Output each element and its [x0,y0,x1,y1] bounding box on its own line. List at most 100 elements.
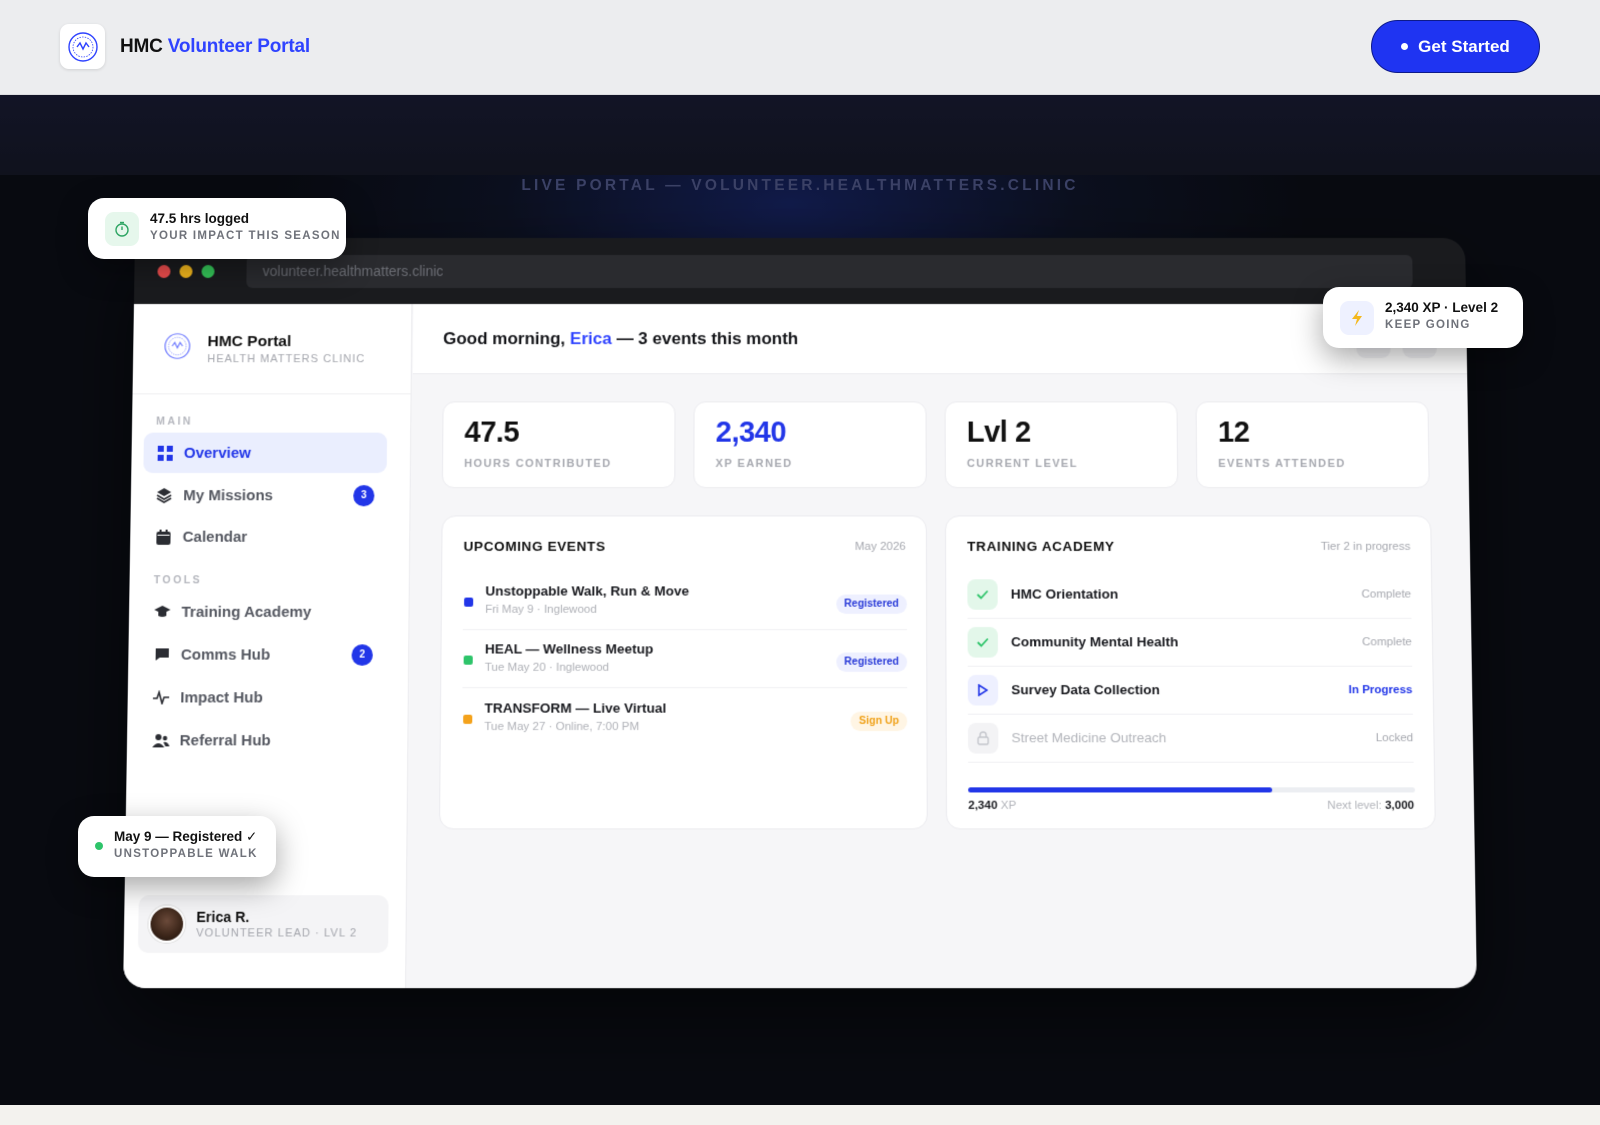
sidebar-item-label: Impact Hub [180,688,263,707]
stat-card-events: 12 EVENTS ATTENDED [1195,401,1430,489]
sidebar-item-my-missions[interactable]: My Missions 3 [143,475,387,515]
maximize-window-icon[interactable] [201,264,215,278]
event-row[interactable]: Unstoppable Walk, Run & Move Fri May 9 ·… [462,583,907,631]
get-started-label: Get Started [1418,36,1510,56]
greeting: Good morning, Erica — 3 events this mont… [443,329,798,349]
graduation-cap-icon [153,603,171,621]
missions-count-badge: 3 [353,484,375,506]
event-title: Unstoppable Walk, Run & Move [485,583,690,599]
sidebar-item-label: Comms Hub [180,645,271,664]
chat-icon [152,645,170,663]
training-module-row: Street Medicine Outreach Locked [967,714,1414,763]
greeting-prefix: Good morning, [443,329,566,349]
status-dot-icon [95,842,103,850]
training-module-row[interactable]: Community Mental Health Complete [967,618,1413,667]
lightning-icon [1340,301,1374,335]
stopwatch-icon [105,212,139,246]
sidebar: HMC Portal HEALTH MATTERS CLINIC MAIN Ov… [123,304,413,989]
module-status: In Progress [1348,684,1413,697]
stat-value: Lvl 2 [966,416,1031,449]
activity-icon [152,688,170,706]
stat-value: 2,340 [715,416,787,449]
event-title: HEAL — Wellness Meetup [484,641,654,657]
sign-up-button[interactable]: Sign Up [850,711,908,732]
toast-title: May 9 — Registered ✓ [114,829,258,844]
training-academy-card: TRAINING ACADEMY Tier 2 in progress HMC … [944,515,1436,830]
module-status: Locked [1375,732,1414,745]
toast-title: 2,340 XP · Level 2 [1385,300,1499,315]
xp-progress-bar [968,787,1416,793]
toast-subtitle: YOUR IMPACT THIS SEASON [150,230,341,242]
card-meta: Tier 2 in progress [1320,540,1411,553]
user-profile-card[interactable]: Erica R. VOLUNTEER LEAD · LVL 2 [137,895,389,954]
minimize-window-icon[interactable] [179,264,193,278]
hmc-logo-icon [60,24,105,69]
users-icon [151,731,170,749]
calendar-icon [154,528,172,546]
xp-level-toast: 2,340 XP · Level 2 KEEP GOING [1323,287,1523,348]
page-bottom-strip [0,1105,1600,1125]
user-role: VOLUNTEER LEAD · LVL 2 [196,927,358,940]
portal-label: LIVE PORTAL — VOLUNTEER.HEALTHMATTERS.CL… [521,177,1079,194]
card-title: UPCOMING EVENTS [463,538,606,554]
toast-title: 47.5 hrs logged [150,211,250,226]
card-meta: May 2026 [854,540,906,553]
stat-card-xp: 2,340 XP EARNED [693,401,927,489]
sidebar-item-training-academy[interactable]: Training Academy [141,591,386,632]
event-color-marker [463,655,473,665]
user-name: Erica R. [196,908,250,926]
event-status-badge: Registered [836,594,907,614]
address-bar[interactable]: volunteer.healthmatters.clinic [246,254,1413,288]
event-row[interactable]: TRANSFORM — Live Virtual Tue May 27 · On… [462,700,908,747]
hours-logged-toast: 47.5 hrs logged YOUR IMPACT THIS SEASON [88,198,346,259]
sidebar-item-impact-hub[interactable]: Impact Hub [140,677,385,718]
check-icon [967,579,998,610]
sidebar-subtitle: HEALTH MATTERS CLINIC [207,352,366,365]
check-icon [967,627,998,658]
get-started-button[interactable]: Get Started [1371,20,1540,73]
stat-label: XP EARNED [715,457,793,470]
comms-count-badge: 2 [351,643,373,666]
layers-icon [155,486,173,504]
brand-prefix: HMC [120,35,163,57]
xp-current: 2,340 XP [968,800,1016,812]
sidebar-item-overview[interactable]: Overview [143,432,388,473]
module-status: Complete [1362,636,1412,649]
dot-icon [1401,43,1409,50]
event-status-badge: Registered [836,652,908,672]
brand[interactable]: HMC Volunteer Portal [60,24,310,69]
event-title: TRANSFORM — Live Virtual [484,700,667,716]
sidebar-item-label: My Missions [183,486,274,504]
module-name: Community Mental Health [1010,634,1179,650]
training-module-row[interactable]: HMC Orientation Complete [967,571,1412,619]
greeting-name: Erica [569,329,612,349]
event-row[interactable]: HEAL — Wellness Meetup Tue May 20 · Ingl… [462,641,908,689]
sidebar-item-label: Overview [183,444,252,462]
stat-value: 12 [1217,416,1250,449]
sidebar-divider [132,393,411,395]
sidebar-header: HMC Portal HEALTH MATTERS CLINIC [163,332,365,365]
sidebar-item-calendar[interactable]: Calendar [142,516,386,557]
hmc-seal-icon [163,332,192,365]
portal-app: HMC Portal HEALTH MATTERS CLINIC MAIN Ov… [123,304,1477,989]
avatar [148,905,186,943]
next-level-value: 3,000 [1384,799,1415,812]
xp-progress-fill [968,787,1273,793]
upcoming-events-card: UPCOMING EVENTS May 2026 Unstoppable Wal… [438,515,928,830]
browser-window: volunteer.healthmatters.clinic HMC Porta… [123,238,1477,989]
training-module-row[interactable]: Survey Data Collection In Progress [967,666,1413,715]
toast-subtitle: KEEP GOING [1385,319,1471,331]
stat-card-level: Lvl 2 CURRENT LEVEL [944,401,1179,489]
brand-name: HMC Volunteer Portal [120,36,310,58]
xp-current-value: 2,340 [968,799,998,812]
sidebar-item-referral-hub[interactable]: Referral Hub [139,720,384,761]
module-status: Complete [1361,588,1412,601]
sidebar-item-comms-hub[interactable]: Comms Hub 2 [140,634,385,675]
module-name: Survey Data Collection [1011,682,1160,698]
main-content: Good morning, Erica — 3 events this mont… [407,304,1477,988]
close-window-icon[interactable] [157,264,171,278]
module-name: HMC Orientation [1010,586,1119,602]
hero-band [0,95,1600,175]
sidebar-item-label: Calendar [182,528,248,546]
event-color-marker [463,714,473,724]
